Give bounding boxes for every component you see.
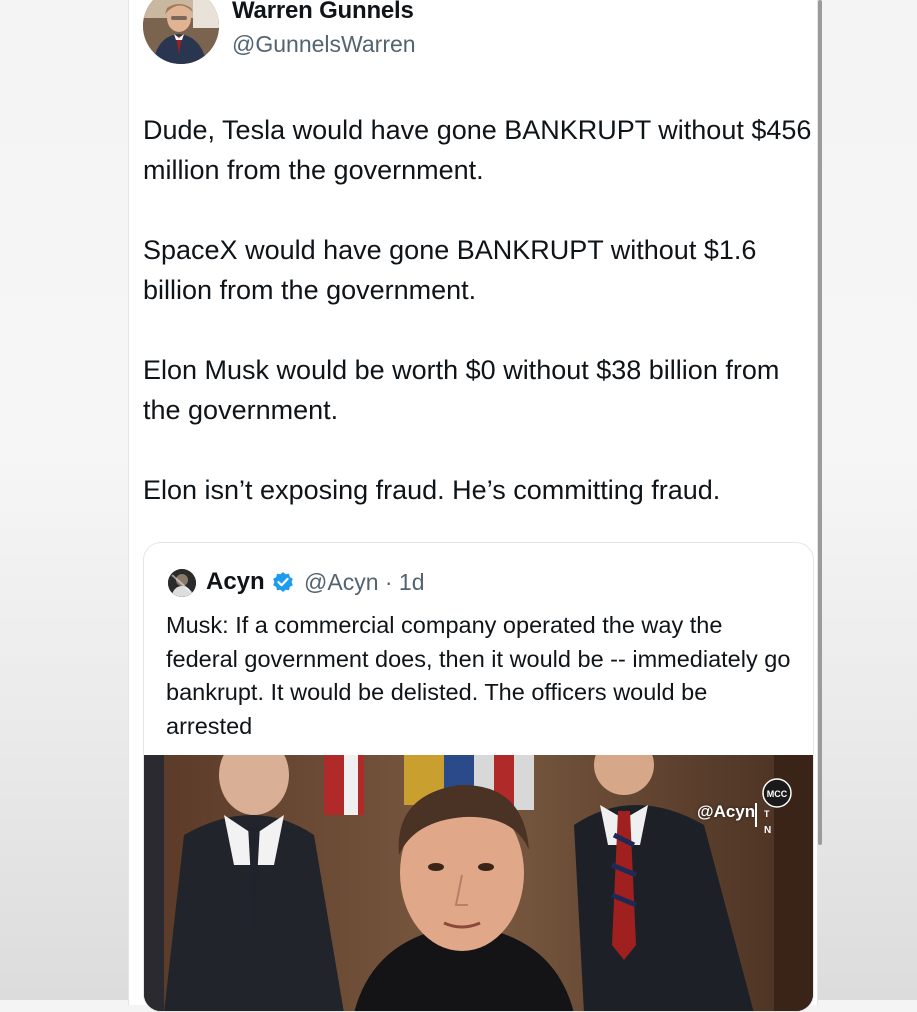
quoted-video[interactable]: @Acyn MCC T N [144,755,813,1011]
quoted-avatar[interactable] [168,569,196,597]
scrollbar[interactable] [818,0,822,845]
mctn-logo-letter: N [764,825,771,836]
video-watermark: @Acyn [697,802,756,821]
author-handle[interactable]: @GunnelsWarren [232,30,416,58]
quoted-avatar-image [168,569,196,597]
tweet-text: Dude, Tesla would have gone BANKRUPT wit… [143,110,813,550]
video-frame [144,755,813,1011]
tweet-paragraph: Dude, Tesla would have gone BANKRUPT wit… [143,115,812,185]
tweet-paragraph: Elon isn’t exposing fraud. He’s committi… [143,475,721,505]
tweet-paragraph: Elon Musk would be worth $0 without $38 … [143,355,780,425]
tweet-paragraph: SpaceX would have gone BANKRUPT without … [143,235,757,305]
mctn-logo-icon: MCC TN [755,778,792,836]
quoted-tweet[interactable]: Acyn @Acyn · 1d Musk: If a commercial co… [143,542,814,1012]
author-name[interactable]: Warren Gunnels [232,0,414,25]
mctn-logo-letter: MCC [767,789,788,799]
verified-badge-icon [273,572,293,592]
quoted-name[interactable]: Acyn [206,567,265,597]
quoted-text: Musk: If a commercial company operated t… [166,612,791,739]
mctn-logo-letter: T [764,809,770,819]
quoted-handle-time[interactable]: @Acyn · 1d [304,567,425,597]
